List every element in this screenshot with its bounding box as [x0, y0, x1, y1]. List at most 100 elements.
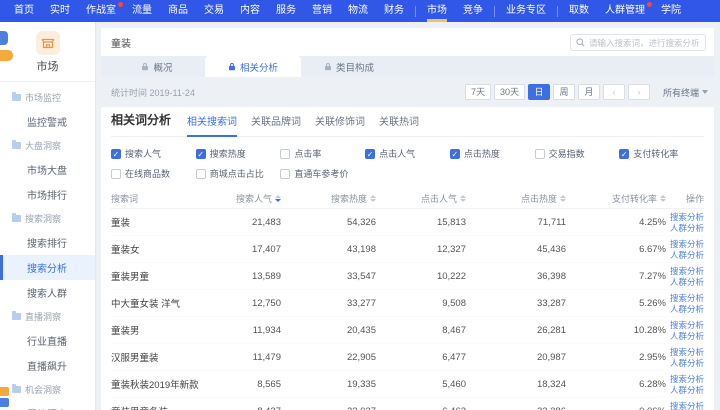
action-link[interactable]: 搜索分析: [670, 212, 704, 222]
action-link[interactable]: 人群分析: [670, 304, 704, 314]
column-header-label: 搜索人气: [236, 192, 272, 205]
nav-item[interactable]: 取数: [561, 0, 597, 22]
keyword-cell[interactable]: 童装男童: [111, 269, 221, 283]
terminal-dropdown[interactable]: 所有终端: [663, 86, 708, 99]
metric-checkbox[interactable]: 在线商品数: [111, 167, 196, 180]
keyword-cell[interactable]: 汉服男童装: [111, 350, 221, 364]
nav-item[interactable]: 流量: [124, 0, 160, 22]
action-link[interactable]: 搜索分析: [670, 401, 704, 410]
metric-label: 在线商品数: [125, 167, 170, 180]
keyword-tab[interactable]: 相关分析: [205, 56, 301, 77]
nav-item[interactable]: 学院: [653, 0, 689, 22]
date-range-button[interactable]: 30天: [494, 84, 525, 100]
nav-item[interactable]: 财务: [376, 0, 412, 22]
action-link[interactable]: 人群分析: [670, 223, 704, 233]
nav-item[interactable]: 营销: [304, 0, 340, 22]
metric-checkbox[interactable]: ✓搜索人气: [111, 147, 196, 160]
nav-item[interactable]: 业务专区: [498, 0, 554, 22]
keyword-cell[interactable]: 童装女: [111, 242, 221, 256]
sidebar-item[interactable]: 直播飙升: [0, 353, 95, 378]
search-box[interactable]: [570, 34, 706, 51]
date-range-button[interactable]: 周: [553, 84, 575, 100]
action-link[interactable]: 搜索分析: [670, 347, 704, 357]
nav-item[interactable]: 人群管理: [597, 0, 653, 22]
keyword-cell[interactable]: 童装男童冬装: [111, 404, 221, 410]
date-range-button[interactable]: 7天: [465, 84, 491, 100]
action-link[interactable]: 人群分析: [670, 277, 704, 287]
sidebar-item[interactable]: 行业直播: [0, 328, 95, 353]
sidebar-section: 直播洞察: [0, 305, 95, 328]
panel-tab[interactable]: 相关搜索词: [187, 113, 237, 136]
panel-tab[interactable]: 关联修饰词: [315, 113, 365, 136]
keyword-tab[interactable]: 类目构成: [301, 56, 397, 77]
nav-item[interactable]: 商品: [160, 0, 196, 22]
sidebar-item[interactable]: 属性洞察: [0, 401, 95, 410]
column-header[interactable]: 搜索热度: [281, 192, 376, 205]
nav-item[interactable]: 实时: [42, 0, 78, 22]
metric-checkbox[interactable]: ✓点击热度: [450, 147, 535, 160]
keyword-cell[interactable]: 童装秋装2019年新款: [111, 377, 221, 391]
nav-item[interactable]: 交易: [196, 0, 232, 22]
nav-item[interactable]: 作战室: [78, 0, 124, 22]
metric-cell: 12,327: [376, 244, 466, 255]
metric-cell: 8,565: [221, 379, 281, 390]
nav-item[interactable]: 内容: [232, 0, 268, 22]
sidebar-section-label: 机会洞察: [25, 383, 61, 396]
panel-tab[interactable]: 关联热词: [379, 113, 419, 136]
prev-date-button[interactable]: ‹: [603, 84, 625, 100]
nav-item[interactable]: 竞争: [455, 0, 491, 22]
date-range-button[interactable]: 日: [528, 84, 550, 100]
keyword-tab[interactable]: 概况: [109, 56, 205, 77]
column-header[interactable]: 点击热度: [466, 192, 566, 205]
action-link[interactable]: 人群分析: [670, 331, 704, 341]
keyword-cell[interactable]: 童装: [111, 215, 221, 229]
sidebar-item[interactable]: 市场大盘: [0, 157, 95, 182]
next-date-button[interactable]: ›: [628, 84, 650, 100]
search-icon: [576, 38, 585, 47]
folder-icon: [12, 386, 21, 393]
metric-checkbox[interactable]: 交易指数: [535, 147, 620, 160]
column-header[interactable]: 支付转化率: [566, 192, 666, 205]
table-body: 童装21,48354,32615,81371,7114.25%搜索分析人群分析童…: [111, 209, 704, 410]
metric-checkbox[interactable]: 点击率: [280, 147, 365, 160]
nav-item[interactable]: 首页: [6, 0, 42, 22]
actions-cell: 搜索分析人群分析: [666, 239, 704, 260]
sidebar-item[interactable]: 搜索人群: [0, 280, 95, 305]
action-link[interactable]: 人群分析: [670, 250, 704, 260]
sidebar-module-header: 市场: [0, 22, 95, 82]
metric-checkbox[interactable]: 直通车参考价: [280, 167, 365, 180]
action-link[interactable]: 搜索分析: [670, 239, 704, 249]
floating-widget-icon[interactable]: [0, 31, 8, 45]
sidebar-item[interactable]: 搜索分析: [0, 255, 95, 280]
nav-item[interactable]: 服务: [268, 0, 304, 22]
action-link[interactable]: 搜索分析: [670, 293, 704, 303]
sidebar-section: 搜索洞察: [0, 207, 95, 230]
keyword-cell[interactable]: 童装男: [111, 323, 221, 337]
sidebar-item[interactable]: 监控警戒: [0, 109, 95, 134]
nav-item[interactable]: 物流: [340, 0, 376, 22]
action-link[interactable]: 搜索分析: [670, 374, 704, 384]
sidebar-item[interactable]: 市场排行: [0, 182, 95, 207]
metric-checkbox[interactable]: 商城点击占比: [196, 167, 281, 180]
sidebar-section-label: 大盘洞察: [25, 139, 61, 152]
panel-tab[interactable]: 关联品牌词: [251, 113, 301, 136]
date-range-button[interactable]: 月: [578, 84, 600, 100]
column-header[interactable]: 点击人气: [376, 192, 466, 205]
nav-item[interactable]: 市场: [419, 0, 455, 22]
action-link[interactable]: 搜索分析: [670, 320, 704, 330]
metric-checkbox[interactable]: ✓搜索热度: [196, 147, 281, 160]
sidebar-section: 大盘洞察: [0, 134, 95, 157]
action-link[interactable]: 人群分析: [670, 358, 704, 368]
column-header[interactable]: 搜索人气: [221, 192, 281, 205]
sidebar-item[interactable]: 搜索排行: [0, 230, 95, 255]
search-input[interactable]: [589, 38, 700, 48]
floating-badge[interactable]: [0, 50, 13, 61]
metric-checkbox[interactable]: ✓点击人气: [365, 147, 450, 160]
action-link[interactable]: 搜索分析: [670, 266, 704, 276]
keyword-cell[interactable]: 中大童女装 洋气: [111, 296, 221, 310]
floating-shortcut-blue-icon[interactable]: [0, 398, 9, 407]
floating-shortcut-orange-icon[interactable]: [0, 387, 9, 396]
action-link[interactable]: 人群分析: [670, 385, 704, 395]
actions-cell: 搜索分析人群分析: [666, 347, 704, 368]
metric-checkbox[interactable]: ✓支付转化率: [619, 147, 704, 160]
